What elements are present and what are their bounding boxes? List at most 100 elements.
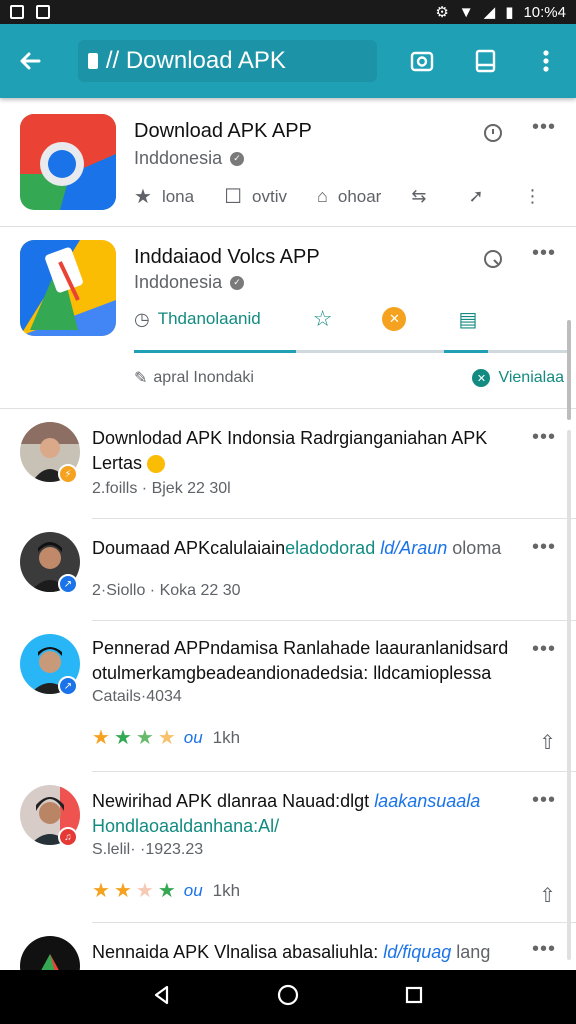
post-meta: 2·Siollo · Koka 22 30 <box>92 582 241 599</box>
list-item[interactable]: ↗ Doumaad APKcalulaiaineladodorad ld/Ara… <box>0 518 576 618</box>
post-body: Pennerad APPndamisa Ranlahade laauranlan… <box>92 638 509 658</box>
battery-icon: ▮ <box>505 4 514 21</box>
post-tail: oloma <box>452 538 502 558</box>
badge-icon: ↗ <box>58 574 78 594</box>
post-link[interactable]: laakansuaala <box>374 791 480 811</box>
image-notification-icon <box>10 5 24 19</box>
list-item[interactable]: ↗ Pennerad APPndamisa Ranlahade laauranl… <box>0 620 576 770</box>
more-options-icon[interactable]: ••• <box>532 116 556 139</box>
action-item[interactable]: ★ lona <box>134 184 194 209</box>
action-label: ohoar <box>337 186 382 206</box>
action-item[interactable]: ⌂ ohoar <box>317 186 381 207</box>
more-options-icon[interactable]: ••• <box>532 638 556 661</box>
post-body-second: otulmerkamgbeadeandionadedsia: lldcamiop… <box>92 663 492 683</box>
arrow-left-icon[interactable] <box>12 43 48 79</box>
home-nav-icon[interactable] <box>276 983 300 1012</box>
bookmark-icon: ⌂ <box>316 186 328 206</box>
rating-label: ou <box>183 728 203 747</box>
app-card[interactable]: Download APK APP Inddonesia ✓ ••• ★ lona… <box>0 98 576 228</box>
star-icon: ★ <box>113 727 132 749</box>
post-body: Newirihad APK dlanraa Nauad:dlgt <box>92 791 370 811</box>
app-icon[interactable] <box>20 114 116 210</box>
clock-icon: ◷ <box>134 308 150 329</box>
tab-indicator-track <box>134 350 568 353</box>
tab-label: Thdanolaanid <box>157 309 261 328</box>
star-icon: ★ <box>92 880 110 902</box>
post-link[interactable]: ld/fiquag <box>383 942 451 962</box>
action-label: lona <box>161 186 195 206</box>
info-icon[interactable] <box>482 122 504 144</box>
app-region: Inddonesia <box>134 272 223 292</box>
share-outline-icon[interactable]: ⇧ <box>539 730 556 755</box>
list-icon[interactable]: ▤ <box>458 307 477 332</box>
app-subtitle: Inddonesia ✓ <box>134 272 245 293</box>
share-icon[interactable]: ➚ <box>468 186 483 207</box>
star-icon: ★ <box>135 727 154 749</box>
star-outline-icon[interactable]: ☆ <box>313 306 333 332</box>
more-options-icon[interactable]: ••• <box>532 242 556 265</box>
camera-icon[interactable] <box>405 43 441 79</box>
photo-notification-icon <box>36 5 50 19</box>
secondary-right-label: Vienialaa <box>498 369 564 386</box>
tabs-icon[interactable] <box>468 43 504 79</box>
award-icon[interactable]: ✕ <box>382 307 407 331</box>
badge-icon: ↗ <box>58 676 78 696</box>
tab-indicator <box>444 350 488 353</box>
vertical-more-icon[interactable]: ⋮ <box>524 186 542 207</box>
overflow-menu-icon[interactable] <box>528 43 564 79</box>
lock-icon <box>87 53 98 69</box>
post-highlight: eladodorad <box>285 538 376 558</box>
rating-count: 1kh <box>212 881 241 900</box>
action-item[interactable]: ☐ ovtiv <box>224 184 287 209</box>
list-item[interactable]: ⚡ Downlodad APK Indonsia Radrgianganiaha… <box>0 408 576 516</box>
avatar[interactable] <box>20 936 80 970</box>
secondary-right[interactable]: ✕ Vienialaa <box>472 369 564 387</box>
status-bar: ⚙ ▼ ◢ ▮ 10:%4 <box>0 0 576 24</box>
post-text: Nennaida APK Vlnalisa abasaliuhla: ld/fi… <box>92 940 532 965</box>
scrollbar[interactable] <box>567 430 571 960</box>
verified-icon: ✓ <box>230 275 245 290</box>
emoji-icon <box>147 455 166 474</box>
secondary-left[interactable]: apral Inondaki <box>153 369 254 387</box>
post-body: Doumaad APKcalulaiain <box>92 538 286 558</box>
rating-label: ou <box>183 881 203 900</box>
url-bar[interactable]: // Download APK <box>77 40 377 82</box>
more-options-icon[interactable]: ••• <box>532 536 556 559</box>
app-icon[interactable] <box>20 240 116 336</box>
star-icon: ★ <box>135 880 154 902</box>
recents-nav-icon[interactable] <box>403 984 425 1011</box>
post-tail: lang <box>456 942 491 962</box>
more-options-icon[interactable]: ••• <box>532 938 556 961</box>
post-text: Pennerad APPndamisa Ranlahade laauranlan… <box>92 636 532 686</box>
compare-icon[interactable]: ⇆ <box>411 186 426 207</box>
star-icon: ★ <box>113 880 132 902</box>
divider <box>0 226 576 227</box>
post-meta: Catails·4034 <box>92 688 182 705</box>
post-link[interactable]: ld/Araun <box>380 538 447 558</box>
post-body: Nennaida APK Vlnalisa abasaliuhla: <box>92 942 379 962</box>
app-tabs: ◷ Thdanolaanid ☆ ✕ ▤ <box>134 306 568 332</box>
verified-icon: ✓ <box>230 151 245 166</box>
tab-active[interactable]: ◷ Thdanolaanid <box>134 309 261 330</box>
list-item[interactable]: ♫ Newirihad APK dlanraa Nauad:dlgt laaka… <box>0 771 576 921</box>
post-body: Downlodad APK Indonsia Radrgianganiahan … <box>92 428 488 448</box>
list-item[interactable]: Nennaida APK Vlnalisa abasaliuhla: ld/fi… <box>0 922 576 970</box>
app-subtitle: Inddonesia ✓ <box>134 148 245 169</box>
more-options-icon[interactable]: ••• <box>532 426 556 449</box>
scrollbar[interactable] <box>567 320 571 420</box>
app-title[interactable]: Download APK APP <box>134 120 312 143</box>
share-outline-icon[interactable]: ⇧ <box>539 883 556 908</box>
settings-icon: ⚙ <box>435 4 449 21</box>
system-nav-bar <box>0 970 576 1024</box>
back-nav-icon[interactable] <box>151 984 173 1011</box>
star-icon: ★ <box>157 880 176 902</box>
rating: ★ ★ ★ ★ ou 1kh <box>92 728 240 748</box>
app-title[interactable]: Inddaiaod Volcs APP <box>134 246 320 269</box>
post-body-second: Lertas <box>92 453 143 473</box>
search-icon[interactable] <box>482 248 504 270</box>
star-icon: ★ <box>157 727 176 749</box>
post-text: Doumaad APKcalulaiaineladodorad ld/Araun… <box>92 536 532 561</box>
post-text: Downlodad APK Indonsia Radrgianganiahan … <box>92 426 532 476</box>
more-options-icon[interactable]: ••• <box>532 789 556 812</box>
post-highlight: Hondlaoaaldanhana:Al/ <box>92 816 280 836</box>
